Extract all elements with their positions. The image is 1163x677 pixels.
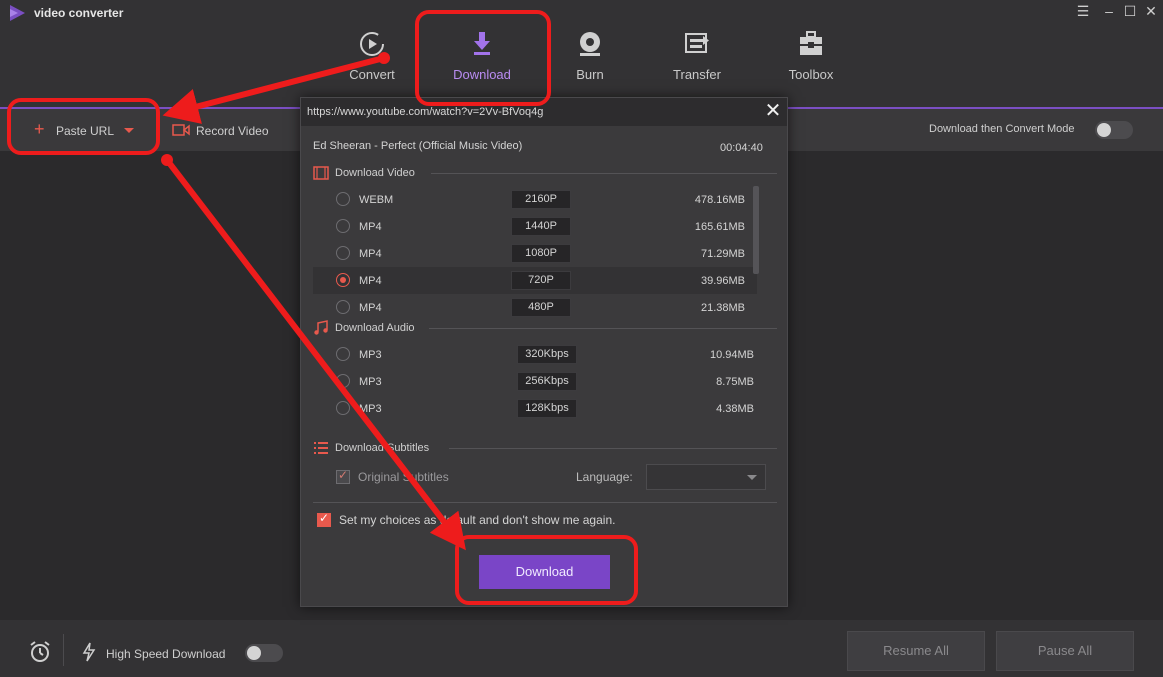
annotation-arrows [161, 52, 466, 551]
